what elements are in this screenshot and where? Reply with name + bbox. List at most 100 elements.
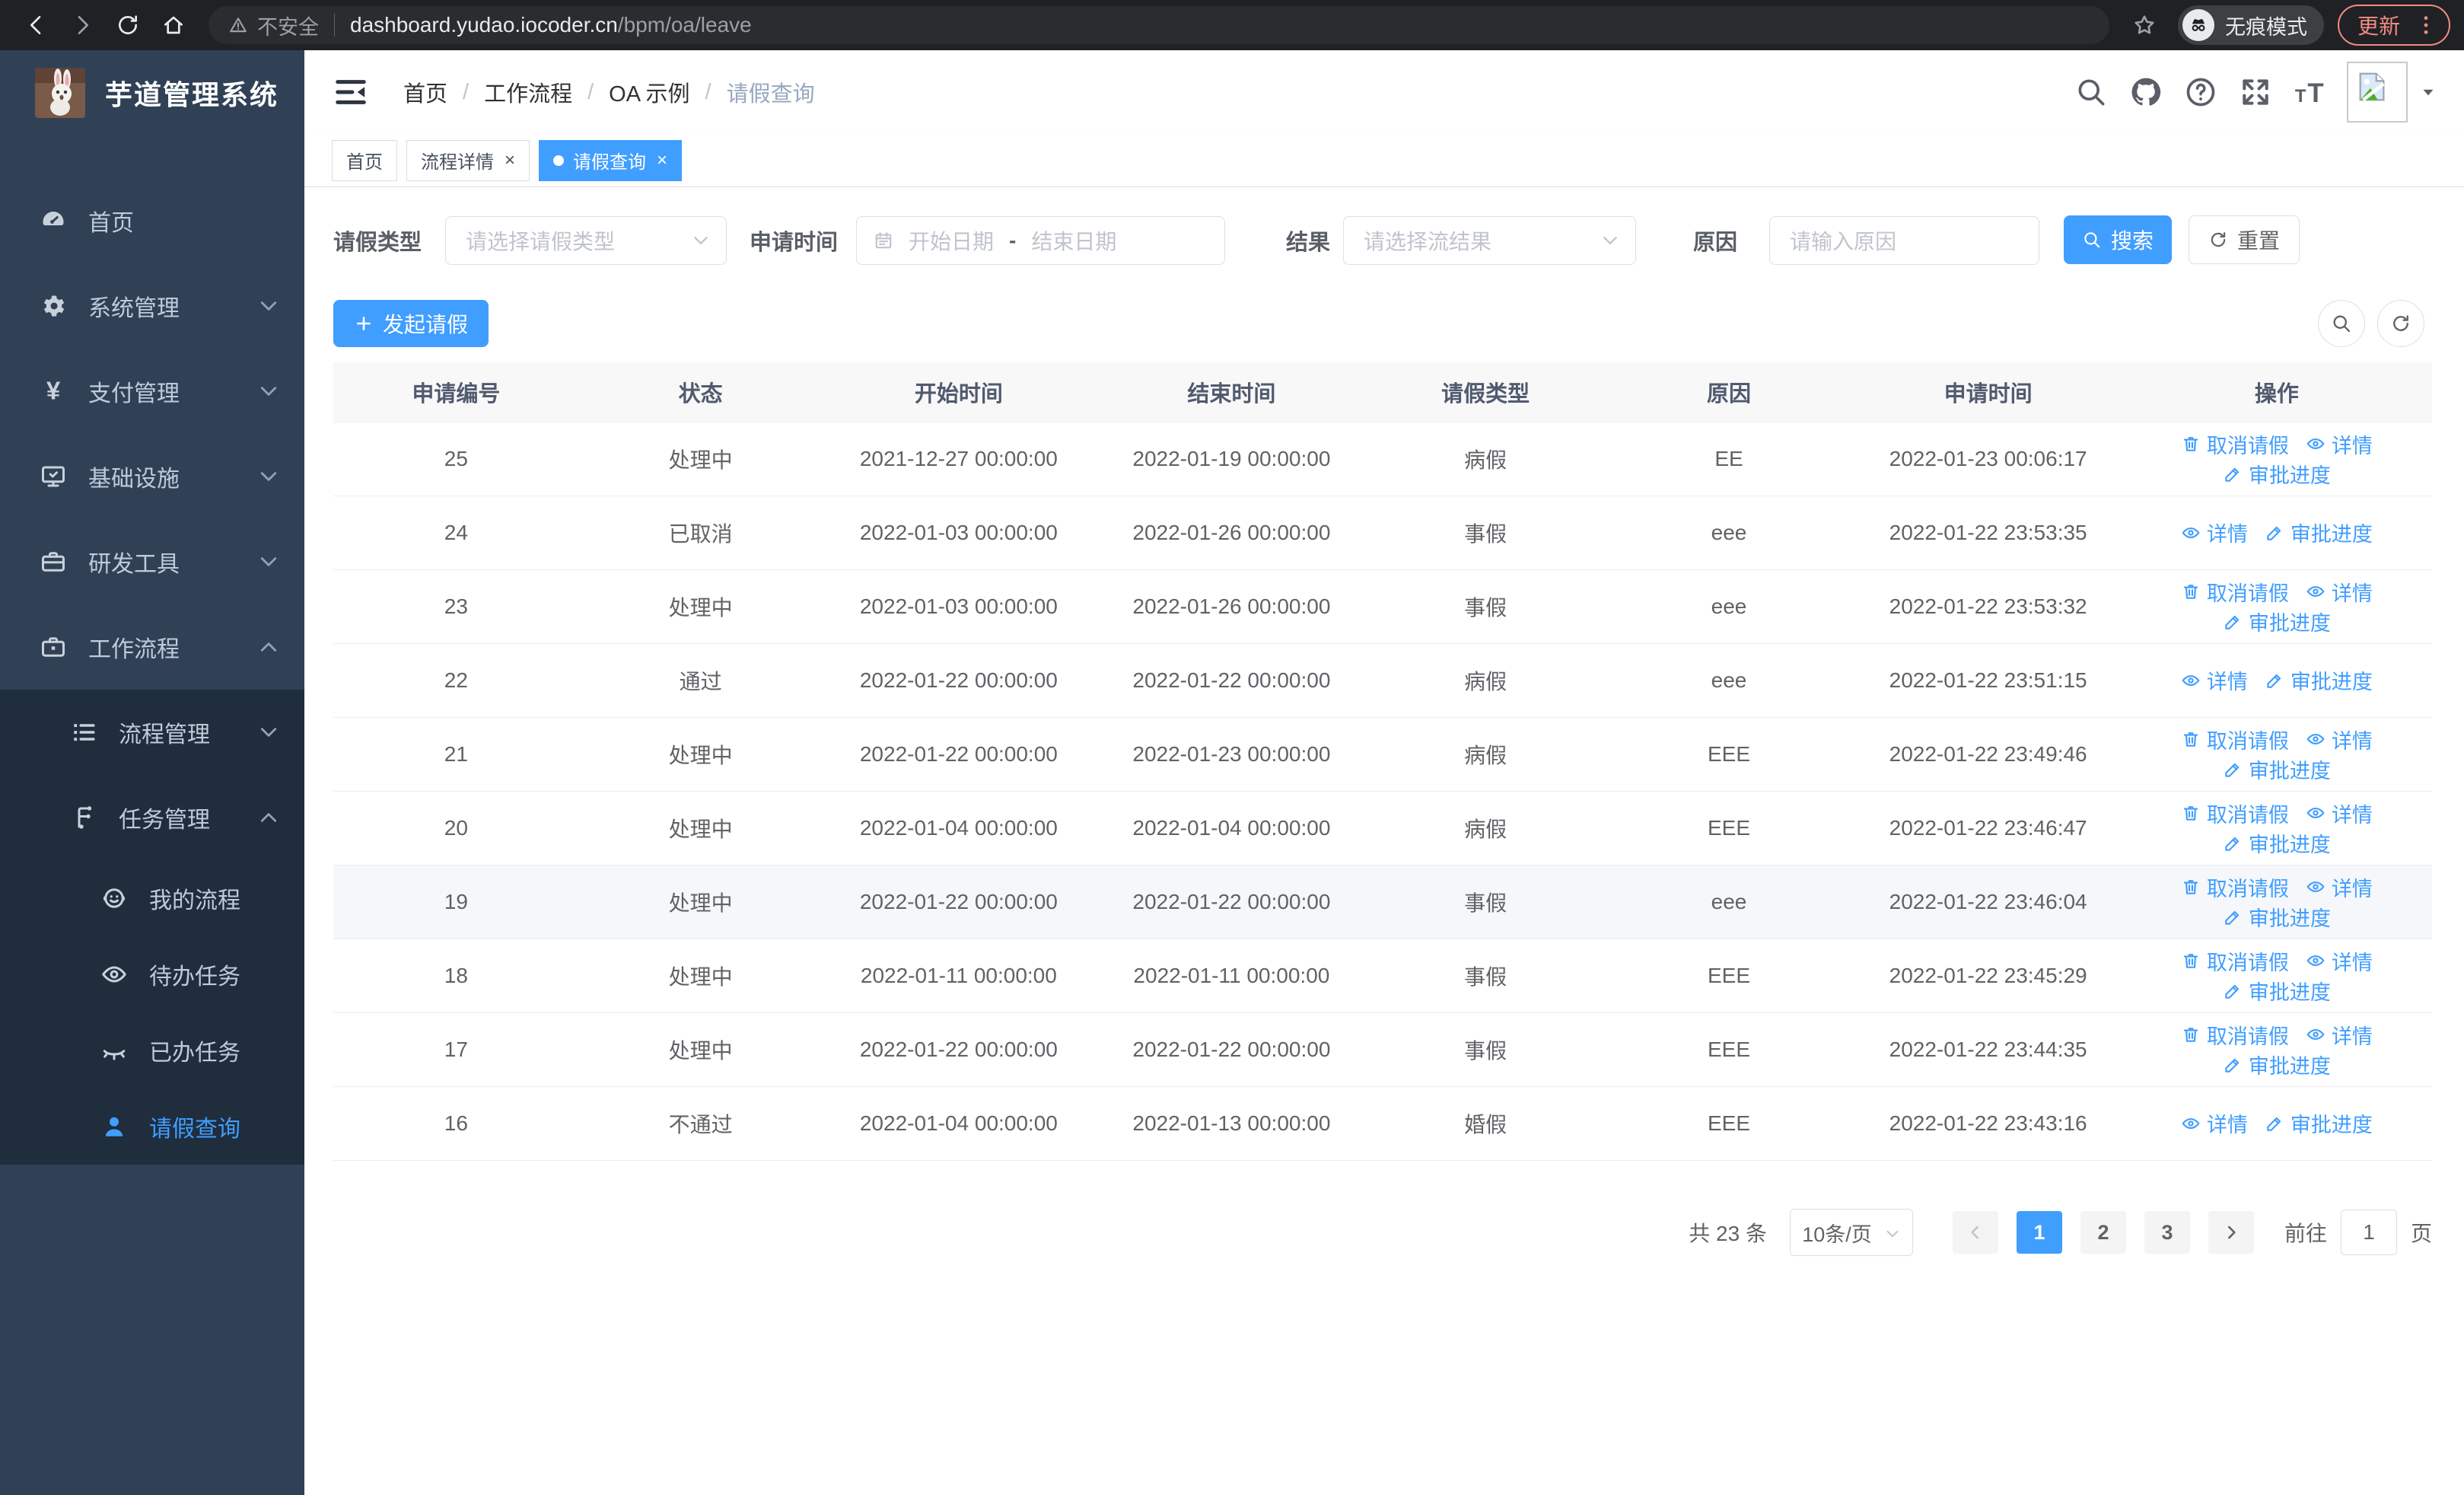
forward-button[interactable] <box>64 7 100 43</box>
sidebar-item-payment[interactable]: ¥ 支付管理 <box>0 349 304 434</box>
tab-2[interactable]: 请假查询 × <box>539 139 683 181</box>
action-detail[interactable]: 详情 <box>2306 429 2373 459</box>
back-button[interactable] <box>18 7 55 43</box>
address-bar[interactable]: 不安全 dashboard.yudao.iocoder.cn/bpm/oa/le… <box>209 6 2109 44</box>
action-detail[interactable]: 详情 <box>2306 725 2373 754</box>
breadcrumb-item-1[interactable]: 工作流程 <box>484 76 572 108</box>
sidebar-item-process-mgmt[interactable]: 流程管理 <box>0 690 304 775</box>
action-approval-progress[interactable]: 审批进度 <box>2265 1108 2373 1138</box>
sidebar-item-system[interactable]: 系统管理 <box>0 263 304 349</box>
action-label: 详情 <box>2331 803 2373 827</box>
action-approval-progress[interactable]: 审批进度 <box>2223 1050 2331 1079</box>
font-size-button[interactable]: TT <box>2294 75 2327 109</box>
table-cell: 处理中 <box>578 791 823 865</box>
tab-1[interactable]: 流程详情 × <box>406 139 530 181</box>
action-detail[interactable]: 详情 <box>2306 1020 2373 1050</box>
edit-icon <box>2265 671 2284 690</box>
sidebar-collapse-button[interactable] <box>333 75 368 110</box>
apply-time-range-picker[interactable]: 开始日期 - 结束日期 <box>856 216 1225 265</box>
sidebar-item-infra[interactable]: 基础设施 <box>0 434 304 519</box>
action-detail[interactable]: 详情 <box>2181 665 2248 695</box>
edit-icon <box>2223 760 2243 779</box>
search-button[interactable] <box>2074 75 2108 109</box>
action-approval-progress[interactable]: 审批进度 <box>2223 459 2331 489</box>
caret-down-icon[interactable] <box>2418 82 2438 102</box>
action-detail[interactable]: 详情 <box>2181 1108 2248 1138</box>
close-tab-icon[interactable]: × <box>657 151 667 170</box>
action-approval-progress[interactable]: 审批进度 <box>2265 665 2373 695</box>
create-leave-button[interactable]: 发起请假 <box>333 300 489 347</box>
next-page-button[interactable] <box>2208 1211 2254 1254</box>
table-cell: 2022-01-22 00:00:00 <box>1095 1012 1368 1087</box>
refresh-table-button[interactable] <box>2377 300 2424 347</box>
back-icon <box>24 13 49 37</box>
sidebar-item-devtools[interactable]: 研发工具 <box>0 519 304 604</box>
search-button[interactable]: 搜索 <box>2064 215 2172 264</box>
sidebar-item-workflow[interactable]: 工作流程 <box>0 604 304 690</box>
show-search-toggle-button[interactable] <box>2318 300 2365 347</box>
page-size-select[interactable]: 10条/页 <box>1789 1209 1913 1256</box>
sidebar-item-task-mgmt[interactable]: 任务管理 <box>0 775 304 860</box>
user-avatar[interactable] <box>2347 62 2408 123</box>
security-badge[interactable]: 不安全 <box>228 11 319 40</box>
browser-menu-icon[interactable] <box>2414 13 2438 37</box>
update-label: 更新 <box>2357 14 2400 38</box>
action-approval-progress[interactable]: 审批进度 <box>2223 902 2331 932</box>
sidebar-item-leave-query[interactable]: 请假查询 <box>0 1089 304 1165</box>
reason-input[interactable]: 请输入原因 <box>1769 216 2039 265</box>
help-button[interactable] <box>2184 75 2217 109</box>
sidebar-item-done-tasks[interactable]: 已办任务 <box>0 1012 304 1089</box>
action-detail[interactable]: 详情 <box>2306 799 2373 828</box>
prev-page-button[interactable] <box>1952 1211 1998 1254</box>
action-approval-progress[interactable]: 审批进度 <box>2223 607 2331 636</box>
close-tab-icon[interactable]: × <box>505 151 515 170</box>
table-cell: 处理中 <box>578 865 823 939</box>
breadcrumb-item-2[interactable]: OA 示例 <box>609 76 689 108</box>
fullscreen-icon <box>2239 79 2272 112</box>
leave-type-select[interactable]: 请选择请假类型 <box>445 216 727 265</box>
table-row: 20 处理中 2022-01-04 00:00:00 2022-01-04 00:00… <box>333 791 2432 865</box>
action-label: 取消请假 <box>2206 1025 2289 1048</box>
home-button[interactable] <box>155 7 192 43</box>
page-button-2[interactable]: 2 <box>2080 1211 2126 1254</box>
action-approval-progress[interactable]: 审批进度 <box>2265 518 2373 547</box>
sidebar-item-todo-tasks[interactable]: 待办任务 <box>0 936 304 1012</box>
goto-page-input[interactable]: 1 <box>2340 1210 2397 1255</box>
action-cancel-leave[interactable]: 取消请假 <box>2181 946 2289 976</box>
sidebar-item-my-process[interactable]: 我的流程 <box>0 860 304 936</box>
breadcrumb-item-0[interactable]: 首页 <box>403 76 447 108</box>
action-detail[interactable]: 详情 <box>2306 577 2373 607</box>
action-cancel-leave[interactable]: 取消请假 <box>2181 799 2289 828</box>
action-detail[interactable]: 详情 <box>2181 518 2248 547</box>
result-select[interactable]: 请选择流结果 <box>1343 216 1636 265</box>
reload-button[interactable] <box>110 7 146 43</box>
reset-button[interactable]: 重置 <box>2189 215 2300 264</box>
page-button-3[interactable]: 3 <box>2144 1211 2190 1254</box>
action-detail[interactable]: 详情 <box>2306 872 2373 902</box>
actions-cell: 取消请假 详情 审批进度 <box>2121 1012 2432 1087</box>
action-cancel-leave[interactable]: 取消请假 <box>2181 577 2289 607</box>
action-cancel-leave[interactable]: 取消请假 <box>2181 725 2289 754</box>
action-approval-progress[interactable]: 审批进度 <box>2223 754 2331 784</box>
page-button-1[interactable]: 1 <box>2016 1211 2062 1254</box>
bookmark-button[interactable] <box>2126 7 2163 43</box>
table-cell: 25 <box>333 422 579 496</box>
action-approval-progress[interactable]: 审批进度 <box>2223 828 2331 858</box>
tab-0[interactable]: 首页 <box>332 139 397 181</box>
edit-icon <box>2265 1114 2284 1133</box>
update-button[interactable]: 更新 <box>2337 5 2450 46</box>
fullscreen-button[interactable] <box>2239 75 2272 109</box>
app-logo-row[interactable]: 芋道管理系统 <box>0 50 304 135</box>
action-cancel-leave[interactable]: 取消请假 <box>2181 1020 2289 1050</box>
action-detail[interactable]: 详情 <box>2306 946 2373 976</box>
action-cancel-leave[interactable]: 取消请假 <box>2181 872 2289 902</box>
action-cancel-leave[interactable]: 取消请假 <box>2181 429 2289 459</box>
action-approval-progress[interactable]: 审批进度 <box>2223 976 2331 1006</box>
breadcrumb-item-3: 请假查询 <box>726 82 815 107</box>
sidebar-item-home[interactable]: 首页 <box>0 178 304 263</box>
angle-right-icon <box>2221 1222 2241 1242</box>
chevron-up-icon <box>257 636 280 658</box>
table-cell: 2022-01-22 00:00:00 <box>822 643 1096 718</box>
table-cell: 事假 <box>1367 496 1603 570</box>
github-button[interactable] <box>2129 75 2163 109</box>
